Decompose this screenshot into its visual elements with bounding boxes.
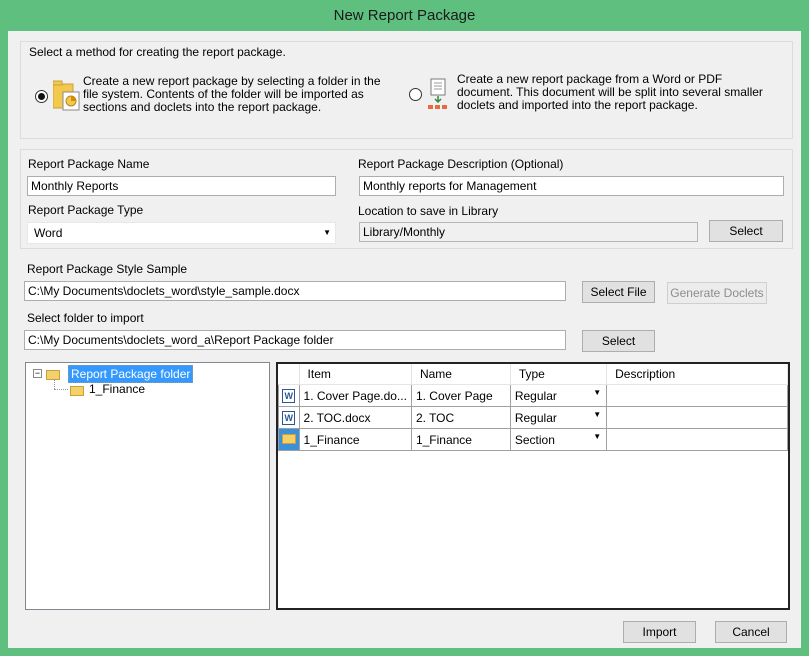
folder-import-icon xyxy=(53,80,80,111)
col-header-type[interactable]: Type xyxy=(510,364,608,385)
table-row[interactable]: 1_Finance 1_Finance Section ▼ xyxy=(278,428,788,451)
style-sample-label: Report Package Style Sample xyxy=(27,262,188,276)
table-row[interactable]: W 1. Cover Page.do... 1. Cover Page Regu… xyxy=(278,384,788,407)
folder-method-radio[interactable] xyxy=(35,90,48,103)
package-type-value: Word xyxy=(34,226,63,240)
grid-header-row: Item Name Type Description xyxy=(278,364,788,385)
method-legend: Select a method for creating the report … xyxy=(29,45,286,59)
row-icon-cell: W xyxy=(278,384,300,407)
package-name-input[interactable]: Monthly Reports xyxy=(27,176,336,196)
import-folder-label: Select folder to import xyxy=(27,311,144,325)
location-input[interactable]: Library/Monthly xyxy=(359,222,698,242)
tree-child-node[interactable]: 1_Finance xyxy=(89,382,145,396)
folder-method-text: Create a new report package by selecting… xyxy=(83,74,381,114)
dialog-client: Select a method for creating the report … xyxy=(8,31,801,648)
tree-connector xyxy=(54,379,56,389)
dialog-window: New Report Package Select a method for c… xyxy=(0,0,809,656)
dropdown-arrow-icon[interactable]: ▼ xyxy=(593,432,601,441)
col-header-name[interactable]: Name xyxy=(411,364,511,385)
cell-name[interactable]: 1. Cover Page xyxy=(410,384,511,407)
method-group: Select a method for creating the report … xyxy=(20,41,793,139)
folder-tree[interactable]: − Report Package folder 1_Finance xyxy=(25,362,270,610)
package-info-group: Report Package Name Monthly Reports Repo… xyxy=(20,149,793,249)
row-icon-cell: W xyxy=(278,406,300,429)
tree-connector xyxy=(54,389,68,390)
items-table: Item Name Type Description W 1. Cover Pa… xyxy=(278,364,788,451)
cell-description[interactable] xyxy=(606,428,788,451)
table-row[interactable]: W 2. TOC.docx 2. TOC Regular ▼ xyxy=(278,406,788,429)
cell-type[interactable]: Section ▼ xyxy=(509,428,608,451)
generate-doclets-button[interactable]: Generate Doclets xyxy=(667,282,767,304)
document-method-text: Create a new report package from a Word … xyxy=(457,72,763,112)
cell-type-value: Section xyxy=(514,432,555,447)
package-description-input[interactable]: Monthly reports for Management xyxy=(359,176,784,196)
dropdown-arrow-icon: ▼ xyxy=(323,228,331,237)
grid-corner-header xyxy=(278,364,300,385)
cell-item[interactable]: 2. TOC.docx xyxy=(298,406,412,429)
cell-type-value: Regular xyxy=(514,388,557,403)
col-header-item[interactable]: Item xyxy=(299,364,412,385)
location-select-button[interactable]: Select xyxy=(709,220,783,242)
package-description-label: Report Package Description (Optional) xyxy=(358,157,564,171)
style-sample-input[interactable]: C:\My Documents\doclets_word\style_sampl… xyxy=(24,281,566,301)
document-split-icon xyxy=(428,78,447,109)
package-name-label: Report Package Name xyxy=(28,157,150,171)
import-folder-input[interactable]: C:\My Documents\doclets_word_a\Report Pa… xyxy=(24,330,566,350)
folder-icon xyxy=(281,433,296,444)
cell-item[interactable]: 1. Cover Page.do... xyxy=(298,384,412,407)
location-select-label: Select xyxy=(729,224,763,238)
tree-root-node[interactable]: Report Package folder xyxy=(68,365,194,383)
select-file-label: Select File xyxy=(590,285,647,299)
generate-doclets-label: Generate Doclets xyxy=(670,286,764,300)
col-header-description[interactable]: Description xyxy=(606,364,788,385)
import-select-label: Select xyxy=(601,334,636,348)
cell-description[interactable] xyxy=(606,406,788,429)
location-label: Location to save in Library xyxy=(358,204,499,218)
import-button-label: Import xyxy=(642,625,677,639)
select-file-button[interactable]: Select File xyxy=(582,281,655,303)
cell-name[interactable]: 1_Finance xyxy=(410,428,511,451)
cancel-button-label: Cancel xyxy=(732,625,770,639)
dropdown-arrow-icon[interactable]: ▼ xyxy=(593,410,601,419)
folder-open-icon xyxy=(46,369,60,383)
collapse-toggle-icon[interactable]: − xyxy=(33,369,42,378)
import-button[interactable]: Import xyxy=(623,621,696,643)
window-title: New Report Package xyxy=(333,7,476,24)
cell-type[interactable]: Regular ▼ xyxy=(509,384,608,407)
package-type-select[interactable]: Word ▼ xyxy=(27,222,336,244)
import-select-button[interactable]: Select xyxy=(582,330,655,352)
package-type-label: Report Package Type xyxy=(28,203,144,217)
row-icon-cell xyxy=(278,428,300,451)
folder-icon xyxy=(70,385,84,399)
cell-description[interactable] xyxy=(606,384,788,407)
cell-type[interactable]: Regular ▼ xyxy=(509,406,608,429)
cell-type-value: Regular xyxy=(514,410,557,425)
cancel-button[interactable]: Cancel xyxy=(715,621,787,643)
items-grid[interactable]: Item Name Type Description W 1. Cover Pa… xyxy=(276,362,790,610)
title-bar: New Report Package xyxy=(0,0,809,31)
cell-name[interactable]: 2. TOC xyxy=(410,406,511,429)
document-method-radio[interactable] xyxy=(409,88,422,101)
cell-item[interactable]: 1_Finance xyxy=(298,428,412,451)
word-doc-icon: W xyxy=(282,411,296,425)
word-doc-icon: W xyxy=(282,389,296,403)
dropdown-arrow-icon[interactable]: ▼ xyxy=(593,388,601,397)
